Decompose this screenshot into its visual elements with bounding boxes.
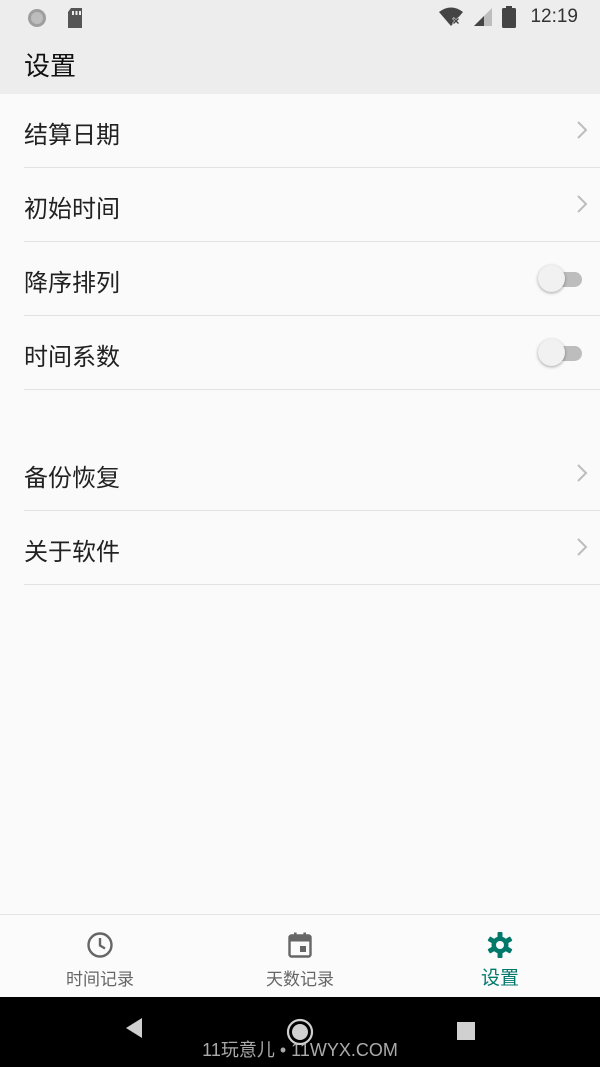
sd-card-icon <box>68 8 82 28</box>
setting-label: 时间系数 <box>24 343 120 371</box>
time-coefficient-toggle[interactable] <box>538 338 584 368</box>
gear-icon <box>487 932 513 958</box>
setting-about[interactable]: 关于软件 <box>24 511 600 585</box>
nav-label: 天数记录 <box>266 970 334 990</box>
nav-label: 时间记录 <box>66 970 134 990</box>
setting-backup-restore[interactable]: 备份恢复 <box>24 437 600 511</box>
settings-list: 结算日期 初始时间 降序排列 时间系数 备份恢复 关于软件 <box>0 94 600 585</box>
cell-signal-icon <box>474 8 493 26</box>
descending-order-toggle[interactable] <box>538 264 584 294</box>
setting-descending-order: 降序排列 <box>24 242 600 316</box>
notification-dot-icon <box>28 9 46 27</box>
status-bar: 12:19 <box>0 0 600 36</box>
app-bar: 设置 <box>0 36 600 94</box>
wifi-off-icon <box>439 7 464 26</box>
bottom-nav: 时间记录 天数记录 设置 <box>0 914 600 998</box>
nav-time-records[interactable]: 时间记录 <box>0 915 200 998</box>
battery-icon <box>502 6 517 28</box>
page-title: 设置 <box>24 52 77 82</box>
chevron-right-icon <box>577 464 588 482</box>
toggle-thumb <box>538 265 565 292</box>
setting-initial-time[interactable]: 初始时间 <box>24 168 600 242</box>
watermark: 11玩意儿 • 11WYX.COM <box>202 1040 398 1060</box>
setting-label: 结算日期 <box>24 121 120 149</box>
status-time: 12:19 <box>530 6 578 27</box>
setting-label: 降序排列 <box>24 269 120 297</box>
nav-label: 设置 <box>480 967 519 989</box>
chevron-right-icon <box>577 121 588 139</box>
setting-label: 关于软件 <box>24 538 120 566</box>
clock-icon <box>87 932 113 958</box>
setting-label: 初始时间 <box>24 195 120 223</box>
chevron-right-icon <box>577 538 588 556</box>
setting-settlement-date[interactable]: 结算日期 <box>24 94 600 168</box>
toggle-thumb <box>538 339 565 366</box>
setting-time-coefficient: 时间系数 <box>24 316 600 390</box>
screen: 12:19 设置 结算日期 初始时间 降序排列 时间系数 备份恢复 关于软件 时… <box>0 0 600 1067</box>
nav-day-records[interactable]: 天数记录 <box>200 915 400 998</box>
chevron-right-icon <box>577 195 588 213</box>
nav-settings[interactable]: 设置 <box>400 915 600 998</box>
setting-label: 备份恢复 <box>24 464 120 492</box>
calendar-icon <box>288 932 312 958</box>
